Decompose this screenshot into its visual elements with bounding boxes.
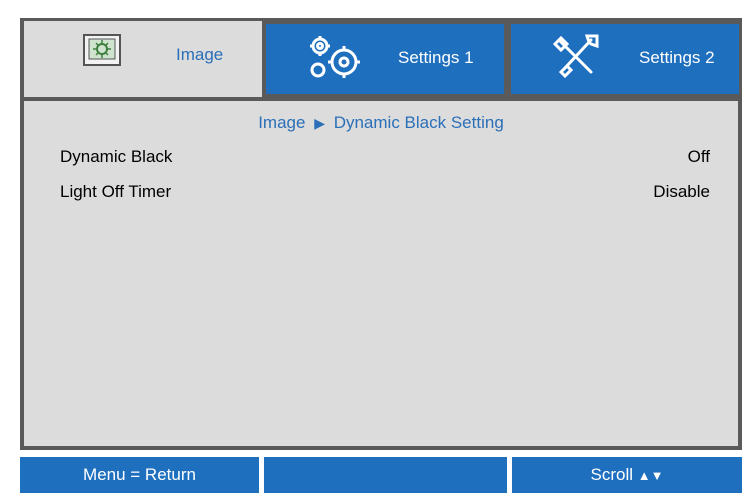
setting-label: Light Off Timer [60,182,172,201]
setting-row-dynamic-black[interactable]: Dynamic Black Off [60,145,710,171]
setting-label: Dynamic Black [60,147,173,166]
footer-middle [264,457,507,493]
scroll-down-icon: ▼ [650,468,664,483]
tools-icon [551,34,601,80]
tab-settings-2-label: Settings 2 [639,48,715,67]
gears-icon [306,34,366,80]
scroll-label: Scroll [590,465,634,484]
tab-image[interactable]: Image [24,21,262,97]
breadcrumb: Image ▶ Dynamic Black Setting [24,113,738,133]
osd-menu: Image Settings 1 Settings 2 Image ▶ Dyna… [0,0,752,499]
breadcrumb-page: Dynamic Black Setting [333,113,504,132]
setting-value: Off [687,147,710,166]
image-icon [83,34,121,66]
menu-return-label: Menu = Return [83,465,196,484]
breadcrumb-arrow-icon: ▶ [314,115,325,131]
scroll-up-icon: ▲ [637,468,651,483]
tab-settings-2[interactable]: Settings 2 [508,21,742,97]
setting-row-light-off-timer[interactable]: Light Off Timer Disable [60,180,710,206]
scroll-hint: Scroll ▲▼ [512,457,742,493]
tab-image-label: Image [176,45,224,64]
setting-value: Disable [653,182,710,201]
menu-return-hint: Menu = Return [20,457,259,493]
tab-settings-1[interactable]: Settings 1 [263,21,507,97]
breadcrumb-section: Image [258,113,306,132]
content-panel: Image ▶ Dynamic Black Setting Dynamic Bl… [24,101,738,446]
tab-settings-1-label: Settings 1 [398,48,474,67]
